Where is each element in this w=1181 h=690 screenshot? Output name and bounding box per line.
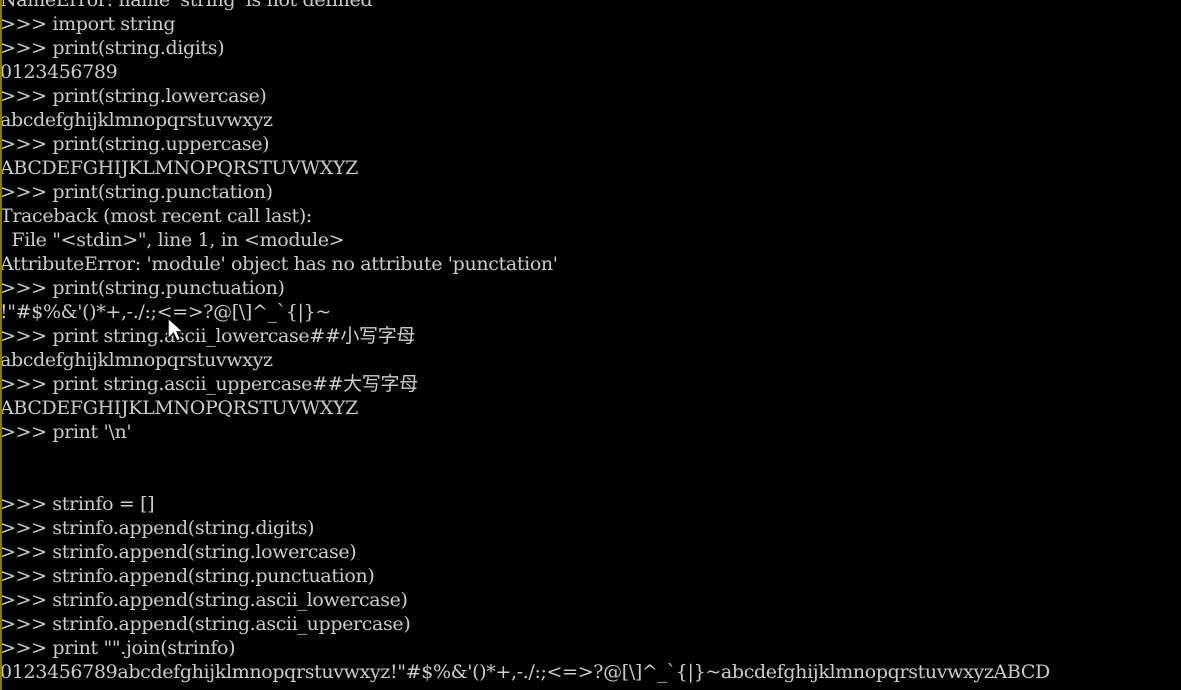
console-line: 0123456789: [0, 61, 118, 83]
console-line: ABCDEFGHIJKLMNOPQRSTUVWXYZ: [0, 157, 358, 179]
console-line: >>> print(string.uppercase): [0, 133, 270, 155]
console-line: >>> strinfo.append(string.punctuation): [0, 565, 375, 587]
console-line: NameError: name 'string' is not defined: [0, 0, 373, 11]
console-line: >>> print '\n': [0, 421, 132, 443]
window-left-border: [0, 0, 2, 690]
console-line: >>> print string.ascii_lowercase##小写字母: [0, 325, 415, 347]
console-line: Traceback (most recent call last):: [0, 205, 312, 227]
console-line: >>> print(string.lowercase): [0, 85, 267, 107]
console-line: >>> print(string.punctation): [0, 181, 273, 203]
terminal-window[interactable]: NameError: name 'string' is not defined >…: [0, 0, 1181, 690]
console-line: abcdefghijklmnopqrstuvwxyz: [0, 349, 273, 371]
console-line: >>> strinfo.append(string.digits): [0, 517, 315, 539]
console-line: abcdefghijklmnopqrstuvwxyz: [0, 109, 273, 131]
console-line: >>> strinfo.append(string.ascii_uppercas…: [0, 613, 411, 635]
console-line: >>> print(string.punctuation): [0, 277, 285, 299]
console-line: ABCDEFGHIJKLMNOPQRSTUVWXYZ: [0, 397, 358, 419]
console-line: >>> strinfo.append(string.lowercase): [0, 541, 357, 563]
console-line: File "<stdin>", line 1, in <module>: [0, 229, 345, 251]
console-line: >>> print "".join(strinfo): [0, 637, 236, 659]
console-line: !"#$%&'()*+,-./:;<=>?@[\]^_`{|}~: [0, 301, 331, 323]
console-line: >>> print string.ascii_uppercase##大写字母: [0, 373, 418, 395]
console-line: >>> import string: [0, 13, 176, 35]
console-output-area[interactable]: NameError: name 'string' is not defined >…: [0, 0, 1181, 684]
console-line: >>> strinfo = []: [0, 493, 155, 515]
console-line: 0123456789abcdefghijklmnopqrstuvwxyz!"#$…: [0, 661, 1050, 683]
console-line: AttributeError: 'module' object has no a…: [0, 253, 558, 275]
console-line: >>> strinfo.append(string.ascii_lowercas…: [0, 589, 408, 611]
console-line: >>> print(string.digits): [0, 37, 225, 59]
